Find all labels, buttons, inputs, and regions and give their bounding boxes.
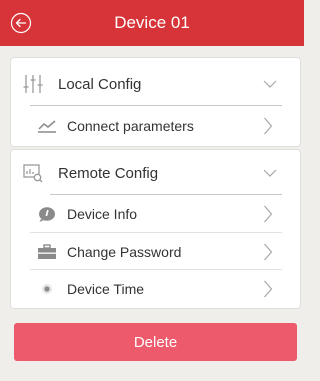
line-chart-icon: [38, 119, 56, 133]
sliders-icon: [23, 75, 43, 93]
chevron-down-icon[interactable]: [263, 79, 277, 89]
item-label: Change Password: [67, 243, 182, 260]
list-item-change-password[interactable]: Change Password: [11, 233, 300, 270]
page-title: Device 01: [114, 13, 190, 32]
toolbox-icon: [38, 243, 56, 259]
delete-button[interactable]: Delete: [14, 323, 297, 361]
item-label: Device Time: [67, 280, 145, 297]
chevron-right-icon[interactable]: [263, 205, 273, 223]
chevron-right-icon[interactable]: [263, 243, 273, 261]
header-bar: Device 01: [0, 0, 304, 46]
list-item-device-info[interactable]: Device Info: [11, 195, 300, 232]
chevron-down-icon[interactable]: [263, 168, 277, 178]
local-config-label: Local Config: [58, 75, 142, 93]
list-item-device-time[interactable]: Device Time: [11, 270, 300, 307]
section-divider: [30, 105, 282, 106]
remote-config-card: Remote Config Device Info Change Passwor…: [11, 150, 300, 308]
chevron-right-icon[interactable]: [263, 117, 273, 135]
monitor-search-icon: [23, 164, 43, 183]
info-bubble-icon: [39, 206, 55, 222]
item-label: Connect parameters: [67, 117, 194, 134]
back-arrow-circle-icon[interactable]: [10, 12, 32, 34]
local-config-card: Local Config Connect parameters: [11, 58, 300, 146]
local-config-header[interactable]: Local Config: [11, 63, 300, 105]
chevron-right-icon[interactable]: [263, 280, 273, 298]
remote-config-label: Remote Config: [58, 164, 159, 182]
clock-dot-icon: [42, 283, 52, 294]
item-label: Device Info: [67, 205, 138, 222]
list-item-connect-parameters[interactable]: Connect parameters: [11, 107, 300, 144]
remote-config-header[interactable]: Remote Config: [11, 152, 300, 194]
